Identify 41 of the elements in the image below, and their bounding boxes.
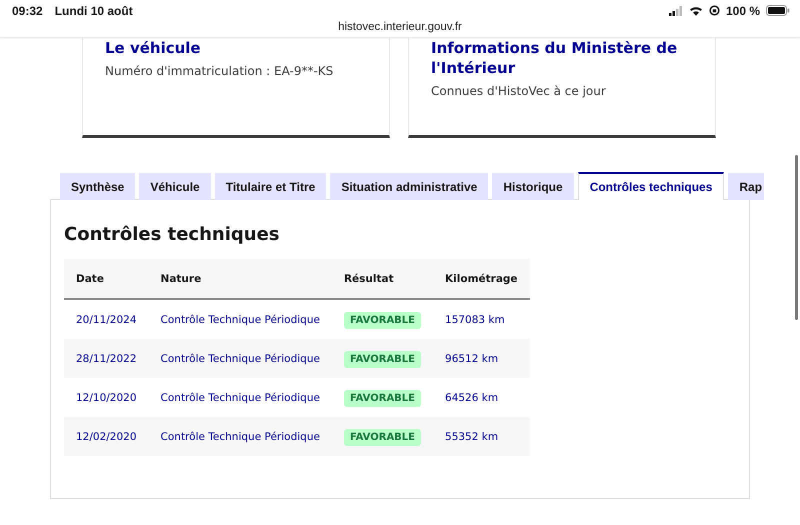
column-header: Kilométrage xyxy=(433,259,530,299)
tab[interactable]: Historique xyxy=(492,173,574,200)
date-cell: 12/10/2020 xyxy=(64,378,149,417)
mileage-cell: 96512 km xyxy=(433,339,530,378)
tab[interactable]: Situation administrative xyxy=(330,173,488,200)
tab[interactable]: Titulaire et Titre xyxy=(214,173,326,200)
rotation-lock-icon xyxy=(708,5,720,16)
section-heading: Contrôles techniques xyxy=(64,224,280,245)
wifi-icon xyxy=(688,6,703,16)
battery-icon xyxy=(766,5,790,16)
tab[interactable]: Synthèse xyxy=(60,173,136,200)
column-header: Date xyxy=(64,259,149,299)
date-cell: 28/11/2022 xyxy=(64,339,149,378)
card-title[interactable]: Le véhicule xyxy=(105,38,369,58)
nature-cell: Contrôle Technique Périodique xyxy=(148,299,332,339)
nature-cell: Contrôle Technique Périodique xyxy=(148,378,332,417)
column-header: Nature xyxy=(148,259,332,299)
tab[interactable]: Contrôles techniques xyxy=(578,172,724,200)
card-title[interactable]: Informations du Ministère de l'Intérieur xyxy=(431,38,695,78)
result-badge: FAVORABLE xyxy=(344,312,422,328)
date-cell: 20/11/2024 xyxy=(64,299,149,339)
tab[interactable]: Rap xyxy=(728,173,764,200)
scrollbar[interactable] xyxy=(795,155,798,320)
url-text[interactable]: histovec.interieur.gouv.fr xyxy=(338,21,462,33)
nature-cell: Contrôle Technique Périodique xyxy=(148,417,332,456)
tab[interactable]: Véhicule xyxy=(139,173,211,200)
mileage-cell: 157083 km xyxy=(433,299,530,339)
result-badge: FAVORABLE xyxy=(344,428,422,446)
result-badge: FAVORABLE xyxy=(344,350,422,368)
result-badge: FAVORABLE xyxy=(344,390,422,406)
status-date: Lundi 10 août xyxy=(54,4,133,18)
status-time: 09:32 xyxy=(12,4,43,18)
card-text: Connues d'HistoVec à ce jour xyxy=(431,84,607,98)
card-text: Numéro d'immatriculation : EA-9**-KS xyxy=(105,64,334,78)
mileage-cell: 55352 km xyxy=(433,417,530,456)
column-header: Résultat xyxy=(332,259,434,299)
mileage-cell: 64526 km xyxy=(433,378,530,417)
battery-percent: 100 % xyxy=(726,4,760,18)
date-cell: 12/02/2020 xyxy=(64,417,149,456)
signal-icon xyxy=(668,6,683,16)
nature-cell: Contrôle Technique Périodique xyxy=(148,339,332,378)
